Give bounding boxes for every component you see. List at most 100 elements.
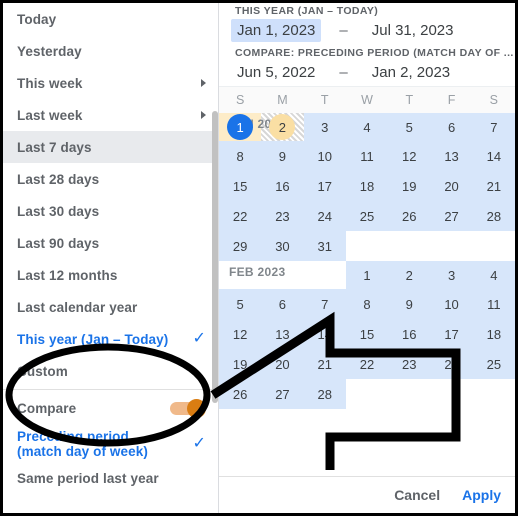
menu-item-last-30-days[interactable]: Last 30 days [3, 195, 218, 227]
calendar-day-cell[interactable]: 24 [303, 201, 346, 231]
calendar-day-cell[interactable]: 19 [388, 171, 431, 201]
calendar-day-cell[interactable]: 9 [261, 141, 304, 171]
calendar-day-cell[interactable]: 28 [472, 201, 515, 231]
calendar-day-cell[interactable]: 3 [430, 261, 473, 289]
calendar-day-cell[interactable]: 17 [430, 319, 473, 349]
calendar-day-cell[interactable]: 25 [472, 349, 515, 379]
menu-item-this-week[interactable]: This week [3, 67, 218, 99]
calendar-day-cell[interactable]: 16 [388, 319, 431, 349]
calendar-day-cell[interactable]: 22 [219, 201, 262, 231]
calendar-day-cell[interactable]: 16 [261, 171, 304, 201]
primary-start-date[interactable]: Jan 1, 2023 [231, 19, 322, 42]
calendar-day-cell[interactable]: 7 [303, 289, 346, 319]
calendar-day-cell[interactable]: 5 [219, 289, 262, 319]
compare-option-same-period-last-year[interactable]: Same period last year [3, 462, 218, 494]
menu-item-last-week[interactable]: Last week [3, 99, 218, 131]
calendar-day-cell[interactable]: 19 [219, 349, 262, 379]
check-icon: ✓ [192, 330, 206, 347]
calendar-day-cell[interactable]: 13 [430, 141, 473, 171]
calendar-day-number: 22 [359, 356, 375, 372]
calendar-day-cell[interactable]: 11 [472, 289, 515, 319]
calendar-day-cell[interactable]: 10 [303, 141, 346, 171]
compare-toggle[interactable] [170, 399, 206, 418]
calendar-day-cell[interactable]: 30 [261, 231, 304, 261]
calendar-day-cell[interactable]: 15 [345, 319, 389, 349]
calendar-day-number: 17 [317, 178, 332, 194]
calendar-day-cell[interactable]: 6 [261, 289, 304, 319]
menu-scrollbar-track[interactable] [212, 3, 218, 513]
menu-item-custom[interactable]: Custom [3, 355, 218, 387]
calendar-day-cell[interactable]: 20 [261, 349, 304, 379]
calendar-day-cell[interactable]: 31 [303, 231, 346, 261]
menu-scrollbar-thumb[interactable] [212, 111, 218, 403]
calendar-day-number: 24 [317, 208, 332, 224]
calendar-day-number: 14 [486, 148, 502, 164]
weekday-label: T [405, 93, 414, 107]
calendar-day-cell[interactable]: 20 [430, 171, 473, 201]
calendar-day-cell[interactable]: 10 [430, 289, 473, 319]
compare-end-date[interactable]: Jan 2, 2023 [366, 61, 456, 84]
calendar-day-cell[interactable]: 15 [219, 171, 262, 201]
compare-start-date[interactable]: Jun 5, 2022 [231, 61, 321, 84]
date-range-picker: Today Yesterday This week Last week Last 7 d… [0, 0, 518, 516]
calendar-day-cell[interactable]: 23 [261, 201, 304, 231]
menu-item-last-7-days[interactable]: Last 7 days [3, 131, 218, 163]
calendar-day-cell[interactable]: 9 [388, 289, 431, 319]
menu-item-label: This week [17, 75, 83, 91]
calendar-day-cell[interactable]: 12 [219, 319, 262, 349]
calendar-day-cell[interactable]: 13 [261, 319, 304, 349]
calendar-day-cell[interactable]: 6 [430, 113, 473, 141]
chevron-right-icon [201, 79, 206, 87]
calendar-day-cell[interactable]: 7 [472, 113, 515, 141]
cancel-button[interactable]: Cancel [394, 487, 440, 503]
menu-item-last-90-days[interactable]: Last 90 days [3, 227, 218, 259]
menu-item-last-28-days[interactable]: Last 28 days [3, 163, 218, 195]
calendar-day-cell[interactable]: 27 [430, 201, 473, 231]
calendar-day-cell[interactable]: 26 [219, 379, 262, 409]
calendar-day-cell[interactable]: 4 [345, 113, 389, 141]
calendar-day-cell[interactable]: 29 [219, 231, 262, 261]
calendar-day-cell[interactable]: 14 [472, 141, 515, 171]
menu-item-last-12-months[interactable]: Last 12 months [3, 259, 218, 291]
calendar-day-cell[interactable]: 25 [345, 201, 389, 231]
calendar-empty-cell [346, 379, 388, 409]
menu-item-today[interactable]: Today [3, 3, 218, 35]
primary-end-date[interactable]: Jul 31, 2023 [366, 19, 460, 42]
calendar-day-cell[interactable]: 21 [303, 349, 346, 379]
toggle-knob[interactable] [187, 399, 206, 418]
calendar-day-cell[interactable]: 4 [472, 261, 515, 289]
calendar-day-cell[interactable]: 14 [303, 319, 346, 349]
compare-row[interactable]: Compare [3, 390, 218, 426]
calendar-day-cell[interactable]: 2 [388, 261, 431, 289]
calendar-day-cell[interactable]: 1 [345, 261, 389, 289]
calendar-day-cell[interactable]: 24 [430, 349, 473, 379]
calendar-day-number: 13 [444, 148, 459, 164]
calendar-day-cell[interactable]: 8 [345, 289, 389, 319]
menu-item-this-year-jan-today[interactable]: This year (Jan – Today) ✓ [3, 323, 218, 355]
calendar-day-cell[interactable]: 27 [261, 379, 304, 409]
calendar-day-cell[interactable]: 28 [303, 379, 346, 409]
calendar-day-number: 28 [486, 208, 502, 224]
calendar-day-cell[interactable]: 11 [345, 141, 389, 171]
calendar-day-number: 27 [275, 386, 290, 402]
menu-item-last-calendar-year[interactable]: Last calendar year [3, 291, 218, 323]
calendar-day-cell[interactable]: 23 [388, 349, 431, 379]
calendar-day-cell[interactable]: 22 [345, 349, 389, 379]
primary-range-row: Jan 1, 2023 – Jul 31, 2023 [219, 17, 515, 44]
calendar-day-number: 1 [236, 119, 244, 135]
calendar-day-number: 7 [321, 296, 329, 312]
menu-item-yesterday[interactable]: Yesterday [3, 35, 218, 67]
calendar-day-cell[interactable]: 18 [345, 171, 389, 201]
calendar-day-cell[interactable]: 21 [472, 171, 515, 201]
calendar-day-cell[interactable]: 12 [388, 141, 431, 171]
apply-button[interactable]: Apply [462, 487, 501, 503]
calendar-day-cell[interactable]: 26 [388, 201, 431, 231]
calendar-day-cell[interactable]: 17 [303, 171, 346, 201]
calendar-day-cell[interactable]: 18 [472, 319, 515, 349]
calendar-day-cell[interactable]: 8 [219, 141, 262, 171]
menu-item-label: This year (Jan – Today) [17, 331, 169, 347]
calendar-day-cell[interactable]: 5 [388, 113, 431, 141]
calendar-day-cell[interactable]: 3 [303, 113, 346, 141]
calendar-week-row: 8 9 10 11 12 13 14 [219, 141, 515, 171]
compare-option-preceding-period[interactable]: Preceding period (match day of week) ✓ [3, 426, 218, 462]
